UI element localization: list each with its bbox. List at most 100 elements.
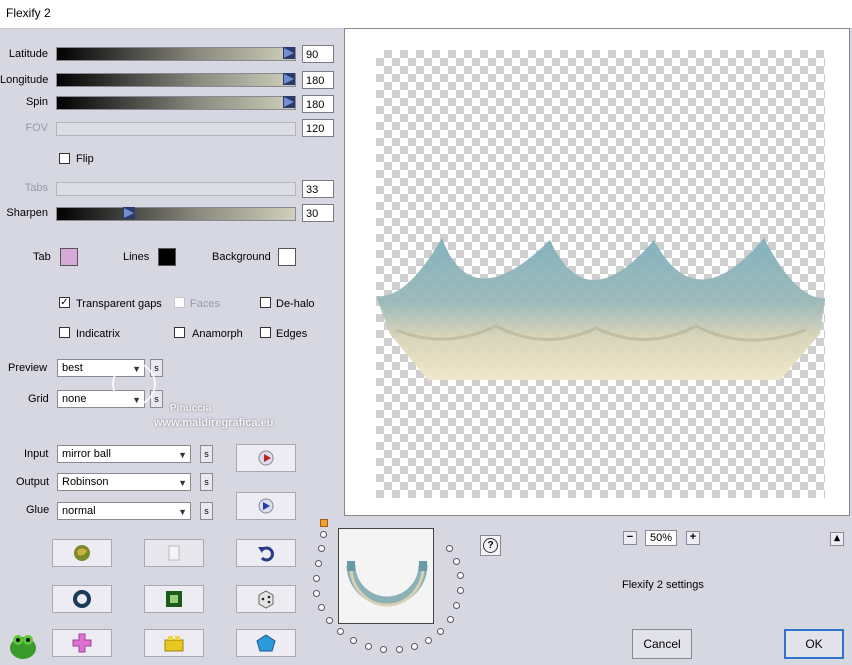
watermark-name: Pinuccia [170,403,212,414]
sharpen-slider[interactable] [56,207,296,221]
transparent-gaps-label: Transparent gaps [76,298,162,310]
orbit-handle-icon[interactable] [320,519,328,527]
fov-slider [56,122,296,136]
output-label: Output [16,476,50,488]
preview-image [376,238,825,380]
window-title: Flexify 2 [6,6,51,20]
play-blue-icon [258,498,274,514]
spin-value[interactable]: 180 [302,95,334,113]
longitude-label: Longitude [0,74,49,86]
help-button[interactable]: ? [480,535,501,556]
latitude-slider[interactable] [56,47,296,61]
undo-tool-button[interactable] [236,539,296,567]
chevron-down-icon: ▼ [178,478,187,488]
indicatrix-label: Indicatrix [76,328,121,340]
plus-pink-icon [72,633,92,653]
orbit-dot[interactable] [315,560,322,567]
background-color-swatch[interactable] [278,248,296,266]
globe-tool-button[interactable] [52,539,112,567]
orbit-dot[interactable] [457,587,464,594]
collapse-button[interactable]: ▴ [830,532,844,546]
tabs-value[interactable]: 33 [302,180,334,198]
spin-slider[interactable] [56,96,296,110]
orbit-dot[interactable] [453,602,460,609]
title-bar: Flexify 2 [0,0,852,29]
dice-tool-button[interactable] [236,585,296,613]
play-sound-button[interactable] [236,492,296,520]
latitude-label: Latitude [8,48,48,60]
thumbnail-image [339,529,433,623]
watermark-url: www.maldiregrafica.eu [154,417,274,429]
anamorph-checkbox[interactable] [174,327,185,338]
chevron-down-icon: ▼ [178,450,187,460]
orbit-dot[interactable] [365,643,372,650]
cancel-button[interactable]: Cancel [632,629,692,659]
slider-thumb[interactable] [123,207,135,219]
ring-tool-button[interactable] [52,585,112,613]
sharpen-label: Sharpen [6,207,48,219]
longitude-value[interactable]: 180 [302,71,334,89]
zoom-in-button[interactable]: + [686,531,700,545]
slider-thumb[interactable] [283,47,295,59]
glue-s-button[interactable]: s [200,502,213,520]
zoom-level: 50% [645,530,677,546]
orbit-dot[interactable] [313,575,320,582]
longitude-slider[interactable] [56,73,296,87]
input-select[interactable]: mirror ball ▼ [57,445,191,463]
de-halo-checkbox[interactable] [260,297,271,308]
transparent-gaps-checkbox[interactable]: ✓ [59,297,70,308]
tab-color-label: Tab [33,251,51,263]
fov-value[interactable]: 120 [302,119,334,137]
orbit-dot[interactable] [320,531,327,538]
copy-tool-button[interactable] [144,539,204,567]
edges-checkbox[interactable] [260,327,271,338]
orbit-dot[interactable] [318,545,325,552]
orbit-dot[interactable] [411,643,418,650]
preview-label: Preview [8,362,48,374]
sharpen-value[interactable]: 30 [302,204,334,222]
copy-icon [168,545,180,561]
frog-logo-icon [6,628,40,665]
gem-tool-button[interactable] [236,629,296,657]
zoom-out-button[interactable]: − [623,531,637,545]
orbit-dot[interactable] [350,637,357,644]
slider-thumb[interactable] [283,73,295,85]
orbit-dot[interactable] [337,628,344,635]
brick-tool-button[interactable] [144,629,204,657]
orbit-dot[interactable] [396,646,403,653]
slider-thumb[interactable] [283,96,295,108]
glue-select-value: normal [62,505,96,517]
tab-color-swatch[interactable] [60,248,78,266]
orbit-dot[interactable] [453,558,460,565]
orbit-dot[interactable] [447,616,454,623]
pentagon-gem-icon [256,634,276,652]
orbit-dot[interactable] [457,572,464,579]
tabs-label: Tabs [24,182,48,194]
ok-button[interactable]: OK [784,629,844,659]
input-s-button[interactable]: s [200,445,213,463]
orbit-dot[interactable] [437,628,444,635]
edges-label: Edges [276,328,308,340]
globe-icon [74,545,90,561]
lines-color-swatch[interactable] [158,248,176,266]
plus-tool-button[interactable] [52,629,112,657]
background-color-label: Background [212,251,271,263]
output-select[interactable]: Robinson ▼ [57,473,191,491]
flip-checkbox[interactable] [59,153,70,164]
orbit-dot[interactable] [380,646,387,653]
orbit-dot[interactable] [446,545,453,552]
orbit-dot[interactable] [326,617,333,624]
indicatrix-checkbox[interactable] [59,327,70,338]
glue-select[interactable]: normal ▼ [57,502,191,520]
play-render-button[interactable] [236,444,296,472]
input-select-value: mirror ball [62,448,111,460]
orbit-dot[interactable] [313,590,320,597]
orbit-dot[interactable] [425,637,432,644]
output-s-button[interactable]: s [200,473,213,491]
orbit-dot[interactable] [318,604,325,611]
latitude-value[interactable]: 90 [302,45,334,63]
preview-select-value: best [62,362,83,374]
output-select-value: Robinson [62,476,109,488]
lego-brick-icon [164,636,184,652]
frame-tool-button[interactable] [144,585,204,613]
